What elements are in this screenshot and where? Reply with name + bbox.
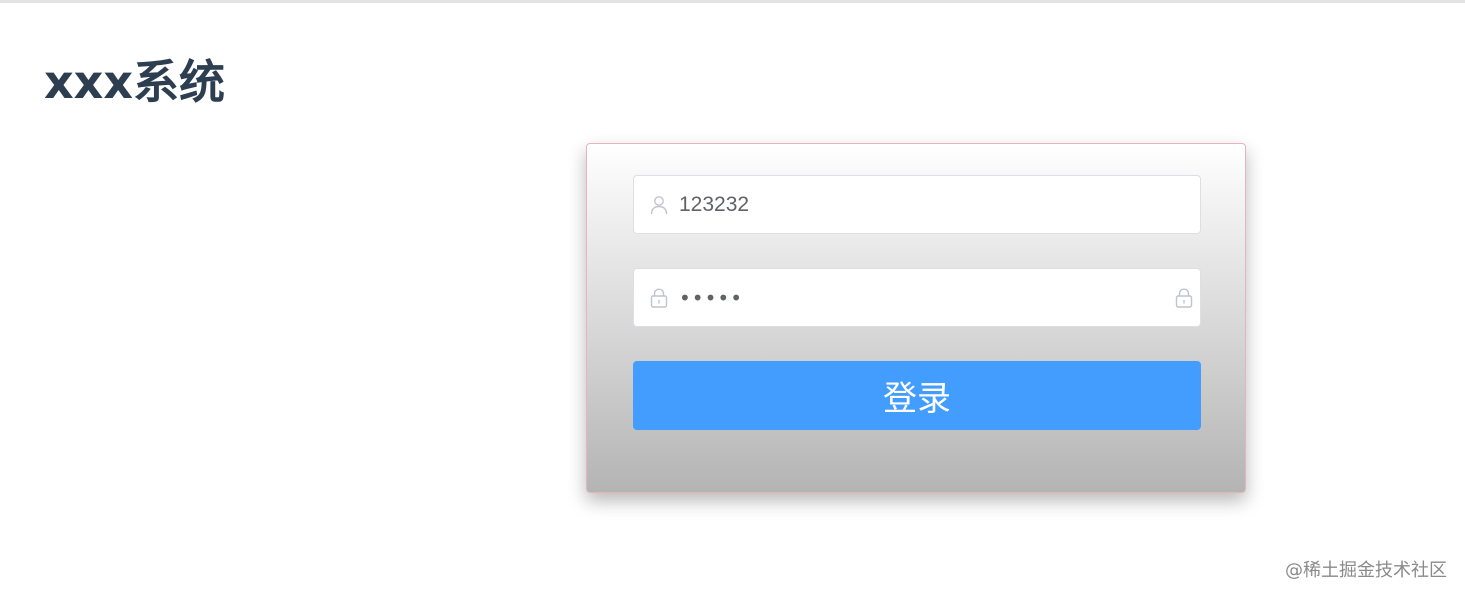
page-title: xxx系统 <box>44 55 226 109</box>
lock-icon <box>649 287 669 308</box>
user-icon <box>649 195 669 215</box>
password-lock-icon <box>1174 287 1194 308</box>
login-card: ••••• 登录 <box>586 143 1246 493</box>
login-button[interactable]: 登录 <box>633 361 1201 430</box>
top-divider <box>0 0 1465 3</box>
password-input[interactable]: ••••• <box>679 278 1166 318</box>
username-input[interactable] <box>679 184 1200 225</box>
password-field[interactable]: ••••• <box>633 268 1201 327</box>
watermark: @稀土掘金技术社区 <box>1285 560 1447 581</box>
username-field[interactable] <box>633 175 1201 234</box>
